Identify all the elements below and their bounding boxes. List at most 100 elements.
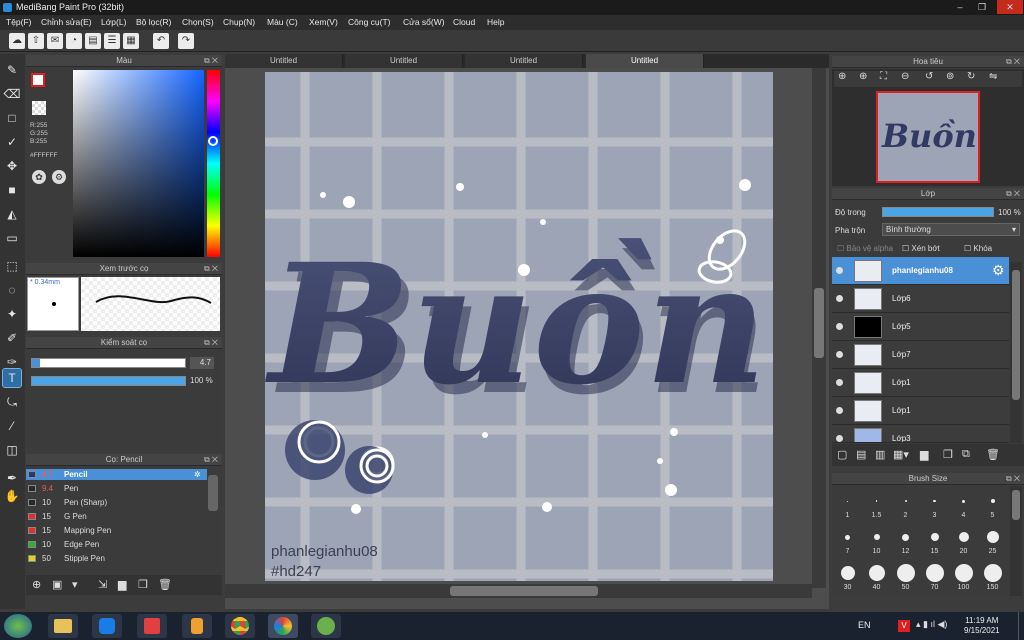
- brush-size-value[interactable]: 4.7: [190, 357, 214, 369]
- brush-size-option[interactable]: 25: [979, 526, 1006, 560]
- hue-handle[interactable]: [208, 136, 218, 146]
- layer-row[interactable]: Lớp7: [832, 341, 1009, 369]
- merge-layer-icon[interactable]: ⧉: [962, 448, 970, 461]
- show-desktop-button[interactable]: [1018, 612, 1024, 640]
- pen-tool-icon[interactable]: ✓: [3, 133, 21, 151]
- close-button[interactable]: ✕: [997, 0, 1023, 14]
- brush-size-option[interactable]: 30: [834, 562, 861, 596]
- brush-size-option[interactable]: 15: [921, 526, 948, 560]
- app-icon[interactable]: [137, 614, 167, 638]
- visibility-icon[interactable]: [836, 295, 843, 302]
- zoom-out-icon[interactable]: ⊖: [901, 71, 909, 82]
- horizontal-scrollbar[interactable]: [225, 584, 812, 598]
- flip-icon[interactable]: ⇋: [989, 71, 997, 82]
- menu-cloud[interactable]: Cloud: [453, 15, 475, 30]
- layer-menu-icon[interactable]: ▦▾: [893, 448, 909, 461]
- zoom-in-icon[interactable]: ⊕: [838, 71, 846, 82]
- brush-item-pencil[interactable]: 4.7 Pencil ✲: [26, 469, 207, 480]
- other-app-icon[interactable]: [311, 614, 341, 638]
- brush-size-option[interactable]: 1.5: [863, 490, 890, 524]
- duplicate-layer-icon[interactable]: ❐: [943, 448, 953, 461]
- file-explorer-icon[interactable]: [48, 614, 78, 638]
- menu-tools[interactable]: Công cụ(T): [348, 15, 391, 30]
- rotate-right-icon[interactable]: ↻: [967, 71, 975, 82]
- menu-window[interactable]: Cửa sổ(W): [403, 15, 445, 30]
- tab-untitled-4[interactable]: Untitled: [586, 54, 704, 68]
- fit-window-icon[interactable]: ⛶: [880, 71, 887, 82]
- document-icon[interactable]: ▤: [85, 33, 101, 49]
- redo-icon[interactable]: ↷: [178, 33, 194, 49]
- foreground-color-swatch[interactable]: [31, 73, 45, 87]
- maximize-button[interactable]: ❐: [972, 0, 992, 14]
- brush-item-stipple-pen[interactable]: 50 Stipple Pen: [26, 553, 207, 564]
- tray-icons[interactable]: ▴ ▮ ıl ◀): [916, 619, 947, 630]
- move-tool-icon[interactable]: ✥: [3, 157, 21, 175]
- transparent-swatch[interactable]: [32, 101, 46, 115]
- grid-icon[interactable]: ▦: [123, 33, 139, 49]
- panel-menu-icon[interactable]: ⧉ ✕: [204, 337, 218, 349]
- drawing-canvas[interactable]: Buồn Buồn phanlegianhu08 #hd247: [265, 72, 773, 581]
- brush-size-option[interactable]: 3: [921, 490, 948, 524]
- layer-row[interactable]: Lớp5: [832, 313, 1009, 341]
- brush-size-option[interactable]: 10: [863, 526, 890, 560]
- brush-list-scrollbar[interactable]: [208, 475, 218, 511]
- brush-size-slider[interactable]: [31, 358, 186, 368]
- operation-tool-icon[interactable]: ⤿: [3, 393, 21, 411]
- select-tool-icon[interactable]: ⬚: [3, 257, 21, 275]
- navigator-thumbnail[interactable]: Buồn: [876, 91, 980, 183]
- rotate-reset-icon[interactable]: ⊚: [946, 71, 954, 82]
- cloud-icon[interactable]: ☁: [9, 33, 25, 49]
- brush-size-option[interactable]: 20: [950, 526, 977, 560]
- brush-size-option[interactable]: 70: [921, 562, 948, 596]
- notes-icon[interactable]: [182, 614, 212, 638]
- bucket-tool-icon[interactable]: ◭: [3, 205, 21, 223]
- layer-row[interactable]: Lớp6: [832, 285, 1009, 313]
- panel-menu-icon[interactable]: ⧉ ✕: [204, 263, 218, 275]
- layer-row[interactable]: phanlegianhu08 ⚙: [832, 257, 1009, 285]
- new-halftone-layer-icon[interactable]: ▤: [856, 448, 866, 461]
- menu-view[interactable]: Xem(V): [309, 15, 338, 30]
- select-pen-icon[interactable]: ✐: [3, 329, 21, 347]
- panel-menu-icon[interactable]: ⧉ ✕: [1006, 56, 1020, 68]
- vertical-scrollbar[interactable]: [812, 68, 826, 588]
- clock[interactable]: 11:19 AM 9/15/2021: [964, 616, 1000, 636]
- eyedropper-icon[interactable]: ✒: [3, 469, 21, 487]
- brush-item-pen[interactable]: 9.4 Pen: [26, 483, 207, 494]
- blend-mode-select[interactable]: Bình thường ▾: [882, 223, 1020, 236]
- divide-tool-icon[interactable]: ◫: [3, 441, 21, 459]
- new-8bit-layer-icon[interactable]: ▥: [875, 448, 885, 461]
- panel-menu-icon[interactable]: ⧉ ✕: [1006, 473, 1020, 485]
- list-icon[interactable]: ☰: [104, 33, 120, 49]
- visibility-icon[interactable]: [836, 435, 843, 442]
- brush-size-option[interactable]: 2: [892, 490, 919, 524]
- tab-untitled-2[interactable]: Untitled: [345, 54, 463, 68]
- tray-app-icon[interactable]: V: [898, 620, 910, 632]
- brush-size-option[interactable]: 12: [892, 526, 919, 560]
- brush-tool-icon[interactable]: ✎: [3, 61, 21, 79]
- magic-wand-icon[interactable]: ✦: [3, 305, 21, 323]
- brush-menu-icon[interactable]: ▾: [72, 578, 78, 591]
- brush-size-option[interactable]: 7: [834, 526, 861, 560]
- layer-row[interactable]: Lớp3: [832, 425, 1009, 443]
- layer-folder-icon[interactable]: ▆: [920, 448, 928, 461]
- zoom-fit-icon[interactable]: ⊕: [859, 71, 867, 82]
- layer-opacity-slider[interactable]: [882, 207, 994, 217]
- clip-checkbox[interactable]: ☐ Xén bớt: [902, 244, 940, 253]
- brush-size-option[interactable]: 4: [950, 490, 977, 524]
- layer-row[interactable]: Lớp1: [832, 397, 1009, 425]
- menu-help[interactable]: Help: [487, 15, 504, 30]
- medibang-icon[interactable]: [268, 614, 298, 638]
- menu-edit[interactable]: Chỉnh sửa(E): [41, 15, 92, 30]
- brush-size-option[interactable]: 50: [892, 562, 919, 596]
- folder-open-icon[interactable]: ▆: [118, 578, 126, 591]
- visibility-icon[interactable]: [836, 407, 843, 414]
- minimize-button[interactable]: –: [950, 0, 970, 14]
- comment-icon[interactable]: ✉: [47, 33, 63, 49]
- layers-scrollbar[interactable]: [1010, 262, 1022, 443]
- tab-untitled-3[interactable]: Untitled: [465, 54, 583, 68]
- text-tool-icon[interactable]: T: [2, 368, 22, 388]
- gradient-tool-icon[interactable]: ▭: [3, 229, 21, 247]
- rect-tool-icon[interactable]: □: [3, 109, 21, 127]
- brush-size-scrollbar[interactable]: [1010, 486, 1022, 596]
- import-icon[interactable]: ⇲: [98, 578, 107, 591]
